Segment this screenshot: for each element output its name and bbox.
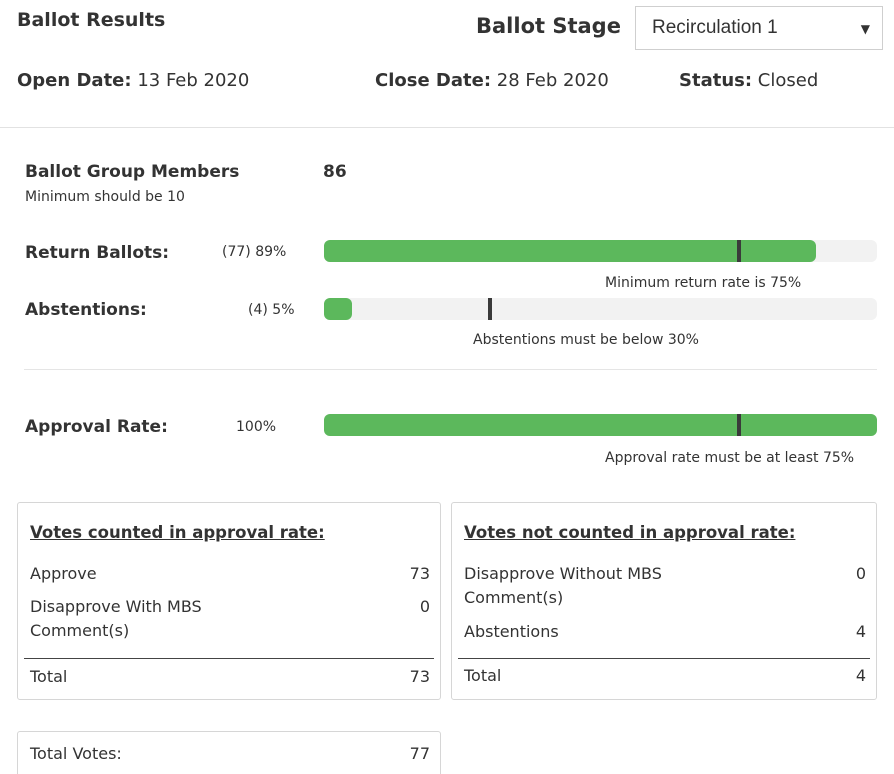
total-votes-card: Total Votes: 77 [17,731,441,774]
approval-rate-value: 100% [236,419,277,435]
abstentions-value: (4) 5% [248,302,295,318]
status-label: Status: [679,70,753,91]
open-date-value: 13 Feb 2020 [137,70,250,91]
open-date: Open Date: 13 Feb 2020 [17,70,249,91]
return-ballots-bar-fill [324,240,817,262]
open-date-label: Open Date: [17,70,132,91]
not-counted-total-label: Total [464,666,502,685]
header-divider [0,127,894,128]
return-ballots-label: Return Ballots: [25,243,170,263]
votes-counted-card: Votes counted in approval rate: Approve … [17,502,441,700]
disapprove-without-comments-value: 0 [855,564,866,583]
section-divider [24,369,877,370]
approval-rate-label: Approval Rate: [25,417,168,437]
approval-rate-threshold-marker [736,414,741,436]
not-counted-total-rule [458,658,870,659]
abstentions-count-label: Abstentions [464,622,559,641]
abstentions-count-value: 4 [855,622,866,641]
ballot-group-label: Ballot Group Members [25,162,240,182]
ballot-stage-selected-value: Recirculation 1 [652,17,778,38]
counted-total-rule [24,658,434,659]
counted-total-value: 73 [409,667,430,686]
return-ballots-bar [324,240,877,262]
ballot-group-minimum-note: Minimum should be 10 [25,189,185,205]
abstentions-label: Abstentions: [25,300,147,320]
ballot-stage-label: Ballot Stage [476,14,621,38]
disapprove-with-comments-value: 0 [419,597,430,616]
approve-value: 73 [409,564,430,583]
approval-rate-hint: Approval rate must be at least 75% [605,450,855,466]
total-votes-value: 77 [409,744,430,763]
return-ballots-hint: Minimum return rate is 75% [605,275,802,291]
status: Status: Closed [679,70,818,91]
votes-not-counted-title: Votes not counted in approval rate: [464,523,796,542]
ballot-group-count: 86 [323,162,347,182]
not-counted-total-value: 4 [855,666,866,685]
approval-rate-bar [324,414,877,436]
approval-rate-bar-fill [324,414,877,436]
abstentions-bar-fill [324,298,352,320]
total-votes-label: Total Votes: [30,744,122,763]
ballot-stage-select[interactable]: Recirculation 1 ▼ [635,6,883,50]
abstentions-bar [324,298,877,320]
close-date-value: 28 Feb 2020 [496,70,609,91]
disapprove-with-comments-label: Disapprove With MBS Comment(s) [30,597,202,640]
return-ballots-threshold-marker [736,240,741,262]
approve-label: Approve [30,564,97,583]
votes-not-counted-card: Votes not counted in approval rate: Disa… [451,502,877,700]
abstentions-threshold-marker [487,298,492,320]
counted-total-label: Total [30,667,68,686]
return-ballots-value: (77) 89% [222,244,287,260]
abstentions-hint: Abstentions must be below 30% [473,332,699,348]
votes-counted-title: Votes counted in approval rate: [30,523,325,542]
chevron-down-icon: ▼ [860,22,870,36]
disapprove-without-comments-label: Disapprove Without MBS Comment(s) [464,564,662,607]
close-date-label: Close Date: [375,70,492,91]
page-title: Ballot Results [17,9,166,31]
status-value: Closed [757,70,819,91]
close-date: Close Date: 28 Feb 2020 [375,70,609,91]
